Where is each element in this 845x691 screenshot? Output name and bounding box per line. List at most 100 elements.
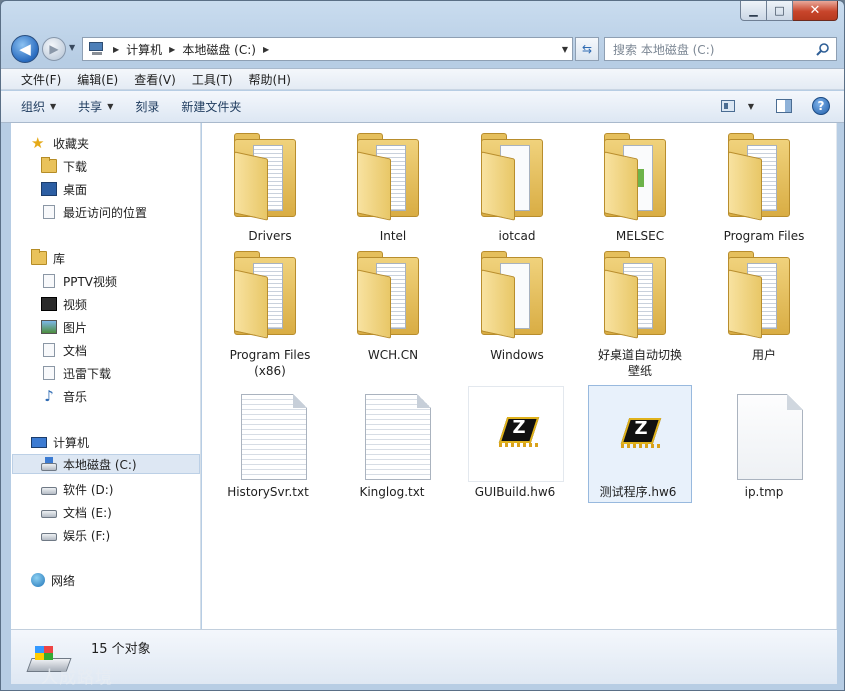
system-drive-icon	[41, 457, 57, 471]
breadcrumb-local-disk[interactable]: 本地磁盘 (C:)	[182, 41, 256, 58]
file-item-label: 好桌道自动切换壁纸	[597, 348, 682, 378]
new-folder-button[interactable]: 新建文件夹	[181, 98, 241, 115]
address-dropdown-icon[interactable]: ▼	[562, 45, 568, 54]
menu-file[interactable]: 文件(F)	[13, 71, 69, 88]
folder-icon	[590, 129, 690, 229]
file-item-label: Windows	[490, 348, 544, 362]
breadcrumb-separator-icon[interactable]: ▶	[113, 45, 119, 54]
chip-icon: Z	[468, 386, 564, 482]
folder-icon	[714, 129, 814, 229]
document-icon	[43, 343, 55, 357]
folder-icon	[220, 129, 320, 229]
folder-icon	[590, 247, 690, 347]
navigation-pane: ★ 收藏夹 下载 桌面 最近访问的位置 库 PPTV视频 视频 图片 文档 迅雷…	[11, 123, 201, 629]
search-input[interactable]: 搜索 本地磁盘 (C:)	[604, 37, 837, 61]
nav-item-pptv-video[interactable]: PPTV视频	[41, 271, 117, 291]
folder-icon	[343, 247, 443, 347]
share-button[interactable]: 共享 ▼	[78, 98, 113, 115]
computer-icon	[88, 42, 106, 56]
close-button[interactable]: ✕	[793, 1, 838, 21]
nav-item-label: 文档 (E:)	[63, 505, 112, 520]
downloads-folder-icon	[41, 157, 57, 173]
recent-places-icon	[43, 205, 55, 219]
refresh-button[interactable]: ⇆	[575, 37, 599, 61]
nav-network[interactable]: 网络	[31, 570, 75, 590]
breadcrumb-separator-icon[interactable]: ▶	[169, 45, 175, 54]
drive-icon	[41, 533, 57, 541]
nav-item-label: 桌面	[63, 182, 88, 197]
computer-icon	[31, 436, 47, 448]
folder-icon	[714, 247, 814, 347]
nav-item-label: 文档	[63, 343, 88, 358]
recent-pages-chevron-icon[interactable]: ▼	[69, 43, 75, 52]
search-icon[interactable]	[816, 42, 830, 56]
explorer-window: ▁ □ ✕ ◀ ▶ ▼ ▶ 计算机 ▶ 本地磁盘 (C:) ▶ ▼ ⇆ 搜索 本…	[0, 0, 845, 691]
menu-tools[interactable]: 工具(T)	[184, 71, 241, 88]
change-view-icon[interactable]	[720, 100, 735, 112]
nav-item-label: 最近访问的位置	[63, 205, 148, 220]
caption-buttons: ▁ □ ✕	[740, 1, 838, 21]
nav-item-label: 下载	[63, 159, 88, 174]
breadcrumb-computer[interactable]: 计算机	[126, 41, 162, 58]
text-file-icon	[342, 386, 442, 486]
desktop-icon	[41, 182, 57, 196]
menu-view[interactable]: 查看(V)	[126, 71, 184, 88]
nav-item-label: 迅雷下载	[63, 366, 112, 381]
address-bar[interactable]: ▶ 计算机 ▶ 本地磁盘 (C:) ▶ ▼	[82, 37, 573, 61]
burn-button[interactable]: 刻录	[135, 98, 159, 115]
organize-button[interactable]: 组织 ▼	[21, 98, 56, 115]
file-list: Drivers Intel iotcad MELSEC Program File…	[202, 123, 837, 629]
breadcrumb-separator-icon[interactable]: ▶	[263, 45, 269, 54]
file-item-label: HistorySvr.txt	[227, 485, 309, 499]
nav-computer[interactable]: 计算机	[31, 432, 89, 452]
nav-favorites[interactable]: ★ 收藏夹	[31, 133, 89, 153]
nav-favorites-label: 收藏夹	[53, 136, 90, 151]
nav-item-desktop[interactable]: 桌面	[41, 179, 87, 199]
nav-item-documents[interactable]: 文档	[41, 340, 87, 360]
menu-edit[interactable]: 编辑(E)	[69, 71, 126, 88]
nav-network-label: 网络	[51, 573, 76, 588]
blank-file-icon	[714, 386, 814, 486]
nav-item-downloads[interactable]: 下载	[41, 156, 87, 176]
view-options-chevron-icon[interactable]: ▼	[748, 102, 754, 111]
menu-bar: 文件(F) 编辑(E) 查看(V) 工具(T) 帮助(H)	[1, 68, 844, 90]
minimize-button[interactable]: ▁	[740, 1, 767, 21]
music-note-icon: ♪	[44, 387, 54, 405]
file-item-label: Program Files	[723, 229, 805, 243]
forward-button[interactable]: ▶	[42, 37, 66, 61]
nav-item-drive-f[interactable]: 娱乐 (F:)	[41, 525, 110, 545]
file-item-label: Drivers	[248, 229, 292, 243]
nav-item-videos[interactable]: 视频	[41, 294, 87, 314]
watermark: 人成路境	[41, 668, 113, 688]
nav-item-label: 娱乐 (F:)	[63, 528, 111, 543]
file-item-label: GUIBuild.hw6	[474, 485, 556, 499]
chevron-down-icon: ▼	[107, 102, 114, 111]
nav-item-drive-d[interactable]: 软件 (D:)	[41, 479, 113, 499]
scrollbar[interactable]	[836, 123, 837, 629]
file-item-label: 用户	[751, 348, 776, 362]
chevron-down-icon: ▼	[50, 102, 57, 111]
nav-item-drive-e[interactable]: 文档 (E:)	[41, 502, 112, 522]
nav-item-label: 软件 (D:)	[63, 482, 114, 497]
back-button[interactable]: ◀	[11, 35, 39, 63]
nav-item-recent-places[interactable]: 最近访问的位置	[41, 202, 147, 222]
help-icon[interactable]: ?	[812, 97, 830, 115]
nav-item-local-disk-c[interactable]: 本地磁盘 (C:)	[12, 454, 200, 474]
file-item-label: WCH.CN	[367, 348, 419, 362]
nav-item-label: 图片	[63, 320, 88, 335]
nav-libraries[interactable]: 库	[31, 248, 65, 268]
maximize-button[interactable]: □	[767, 1, 793, 21]
file-item-label: Program Files (x86)	[229, 348, 311, 378]
nav-item-pictures[interactable]: 图片	[41, 317, 87, 337]
library-page-icon	[43, 366, 55, 380]
nav-computer-label: 计算机	[53, 435, 90, 450]
nav-item-label: 视频	[63, 297, 88, 312]
nav-item-music[interactable]: ♪ 音乐	[41, 386, 87, 406]
menu-help[interactable]: 帮助(H)	[241, 71, 299, 88]
nav-item-thunder-downloads[interactable]: 迅雷下载	[41, 363, 111, 383]
preview-pane-icon[interactable]	[776, 99, 792, 113]
star-icon: ★	[31, 134, 45, 152]
nav-libraries-label: 库	[53, 251, 66, 266]
address-row: ◀ ▶ ▼ ▶ 计算机 ▶ 本地磁盘 (C:) ▶ ▼ ⇆ 搜索 本地磁盘 (C…	[11, 35, 837, 63]
drive-icon	[41, 487, 57, 495]
